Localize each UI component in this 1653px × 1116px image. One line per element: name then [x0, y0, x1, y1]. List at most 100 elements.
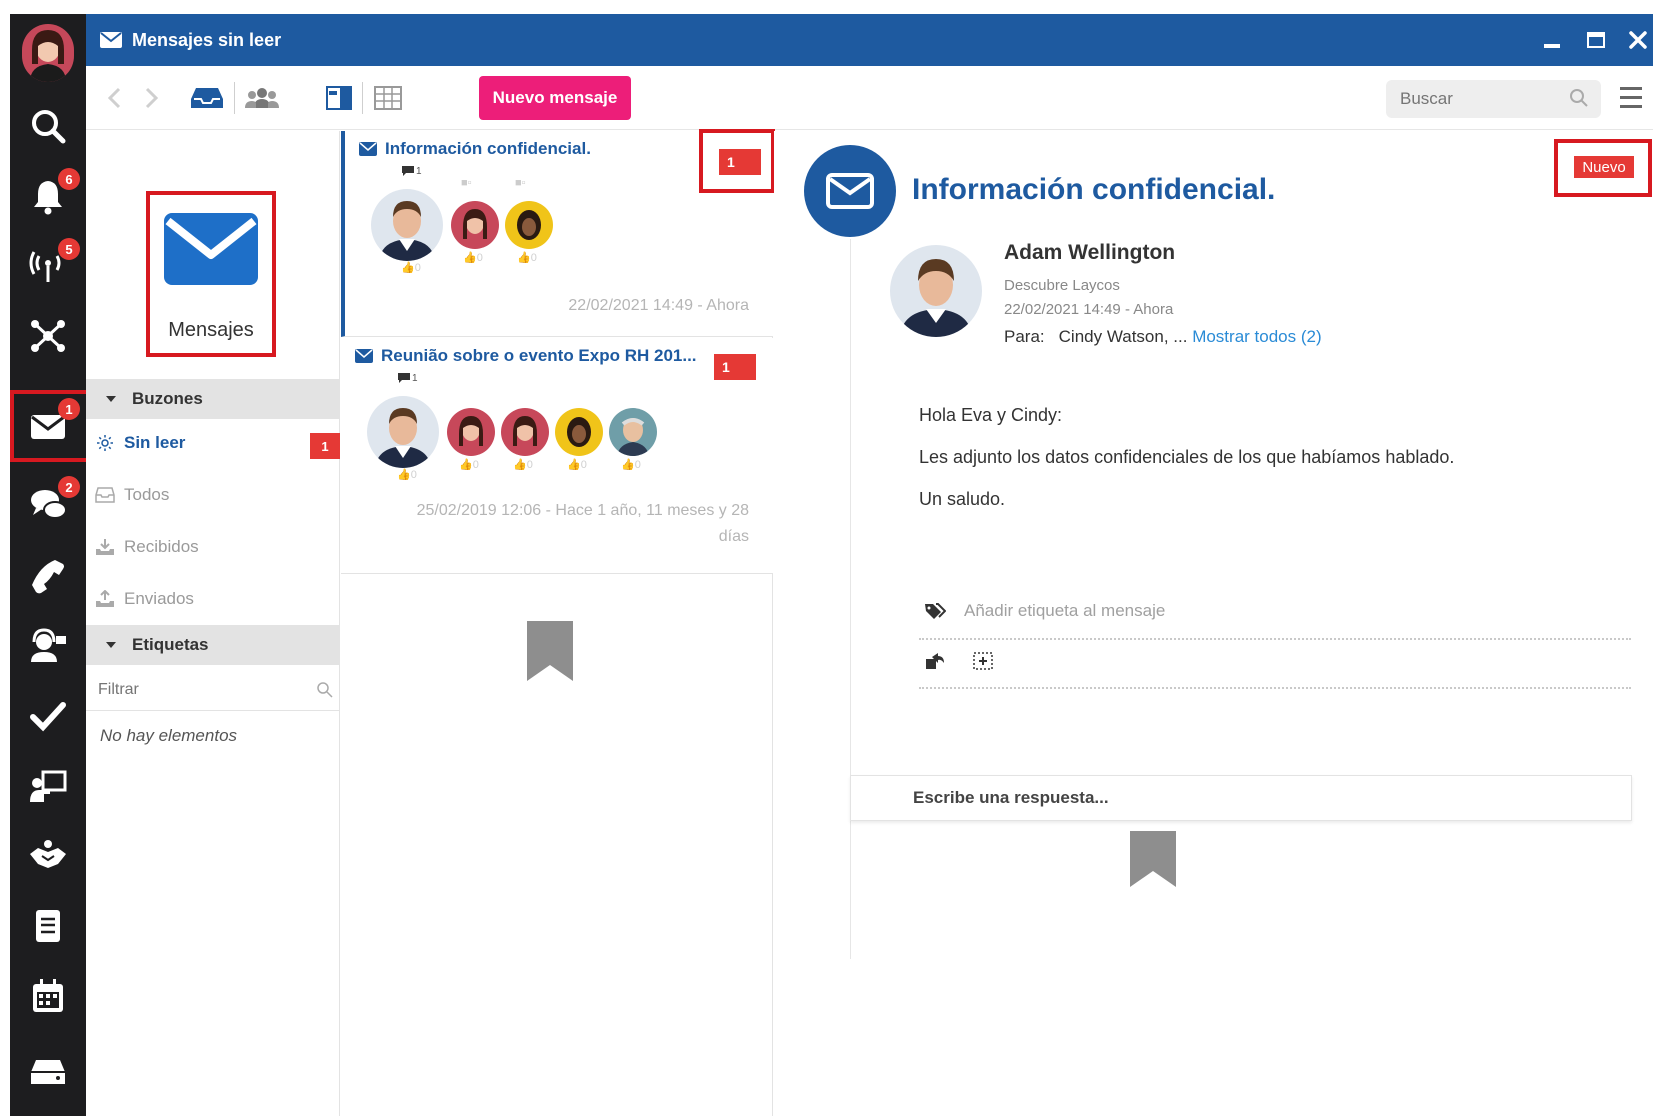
chevron-right-icon: [145, 87, 159, 109]
nav-support[interactable]: [10, 614, 86, 678]
inbox-view-button[interactable]: [190, 80, 224, 116]
mailboxes-section-header[interactable]: Buzones: [86, 379, 340, 419]
like-count: 👍0: [517, 252, 537, 264]
search-icon[interactable]: [316, 681, 334, 699]
nav-messages[interactable]: 1: [10, 394, 86, 458]
message-detail: Información confidencial. Nuevo Adam Wel…: [774, 131, 1653, 1116]
nav-documents[interactable]: [10, 894, 86, 958]
like-count: 👍0: [463, 252, 483, 264]
bookmark-icon: [527, 621, 573, 681]
tags-icon: [925, 603, 946, 619]
comment-count: 1: [401, 165, 422, 177]
comment-count-muted: ■▫: [515, 177, 526, 189]
phone-icon: [32, 560, 64, 594]
labels-filter-input[interactable]: [86, 671, 306, 709]
message-list: Información confidencial. 1 1 👍0 ■▫ 👍0 ■…: [341, 129, 775, 1116]
app-root: 6 5 1 2 Mensajes sin leer Nuevo mensaje …: [0, 0, 1653, 1116]
envelope-icon: [826, 173, 874, 209]
show-all-recipients-link[interactable]: Mostrar todos (2): [1192, 327, 1321, 346]
add-tag-row[interactable]: Añadir etiqueta al mensaje: [924, 601, 1165, 621]
participant-avatar[interactable]: [451, 201, 499, 249]
nav-broadcast[interactable]: 5: [10, 234, 86, 298]
message-actions: [924, 651, 994, 671]
message-card: [850, 239, 1630, 959]
participant-avatar[interactable]: [501, 408, 549, 456]
folder-label: Todos: [124, 485, 170, 504]
nav-calendar[interactable]: [10, 964, 86, 1028]
message-body-line: Hola Eva y Cindy:: [919, 405, 1063, 425]
nav-chat[interactable]: 2: [10, 472, 86, 536]
labels-filter: [86, 671, 340, 711]
comment-icon: [398, 373, 410, 383]
caret-down-icon: [106, 642, 116, 648]
search-icon: [32, 110, 66, 144]
to-label: Para:: [1004, 327, 1045, 346]
folder-unread[interactable]: Sin leer 1: [86, 423, 340, 463]
participant-avatar[interactable]: [447, 408, 495, 456]
minimize-button[interactable]: [1536, 24, 1568, 56]
messages-module-tile[interactable]: Mensajes: [146, 191, 276, 357]
forward-button[interactable]: [142, 80, 162, 116]
nav-network[interactable]: [10, 304, 86, 368]
message-list-item[interactable]: Información confidencial. 1 1 👍0 ■▫ 👍0 ■…: [341, 129, 775, 337]
reply-input[interactable]: [851, 776, 1631, 820]
participant-avatar[interactable]: [505, 201, 553, 249]
search-input[interactable]: [1386, 80, 1566, 118]
message-list-item[interactable]: Reunião sobre o evento Expo RH 201... 1 …: [341, 338, 773, 574]
participant-avatar[interactable]: [371, 189, 443, 261]
nav-phone[interactable]: [10, 544, 86, 608]
table-grid-icon: [374, 86, 402, 110]
sender-name[interactable]: Adam Wellington: [1004, 241, 1175, 265]
participant-avatar[interactable]: [367, 396, 439, 468]
users-group-icon: [245, 88, 279, 108]
chevron-left-icon: [107, 87, 121, 109]
sender-organization: Descubre Laycos: [1004, 277, 1120, 294]
notification-badge: 6: [58, 168, 80, 190]
nav-search[interactable]: [10, 94, 86, 158]
document-icon: [36, 910, 60, 942]
presentation-icon: [30, 770, 67, 802]
divider: [919, 638, 1631, 640]
checkmark-icon: [30, 702, 66, 732]
unread-count-badge: 1: [719, 149, 761, 175]
labels-section-header[interactable]: Etiquetas: [86, 625, 340, 665]
nav-tasks[interactable]: [10, 684, 86, 748]
grid-layout-button[interactable]: [374, 80, 402, 116]
divider: [919, 687, 1631, 689]
hamburger-menu-icon[interactable]: [1616, 80, 1646, 116]
envelope-icon: [355, 349, 373, 363]
folder-sent[interactable]: Enviados: [86, 579, 340, 619]
upload-tray-icon: [94, 590, 116, 608]
new-message-button[interactable]: Nuevo mensaje: [479, 76, 631, 120]
toolbar-divider: [362, 82, 363, 114]
handshake-icon: [30, 840, 66, 868]
nav-drive[interactable]: [10, 1034, 86, 1098]
folder-all[interactable]: Todos: [86, 475, 340, 515]
nav-deals[interactable]: [10, 824, 86, 888]
broadcast-badge: 5: [58, 238, 80, 260]
back-button[interactable]: [104, 80, 124, 116]
sender-avatar[interactable]: [890, 245, 982, 337]
split-layout-button[interactable]: [326, 80, 352, 116]
user-avatar[interactable]: [22, 24, 74, 82]
participant-avatar[interactable]: [609, 408, 657, 456]
left-navigation: 6 5 1 2: [10, 14, 90, 1116]
like-count: 👍0: [567, 459, 587, 471]
forward-message-icon[interactable]: [924, 651, 946, 671]
envelope-icon: [359, 142, 377, 156]
like-count: 👍0: [401, 262, 421, 274]
close-button[interactable]: [1622, 24, 1653, 56]
expand-selection-icon[interactable]: [972, 651, 994, 671]
minimize-icon: [1544, 44, 1560, 48]
nav-notifications[interactable]: 6: [10, 164, 86, 228]
folder-received[interactable]: Recibidos: [86, 527, 340, 567]
empty-labels-text: No hay elementos: [100, 726, 238, 745]
message-subject: Información confidencial.: [359, 139, 591, 159]
maximize-button[interactable]: [1580, 24, 1612, 56]
search-icon[interactable]: [1569, 88, 1589, 108]
participant-avatar[interactable]: [555, 408, 603, 456]
group-view-button[interactable]: [244, 80, 280, 116]
split-pane-icon: [326, 86, 352, 110]
nav-presentation[interactable]: [10, 754, 86, 818]
mailboxes-header-label: Buzones: [132, 389, 203, 408]
